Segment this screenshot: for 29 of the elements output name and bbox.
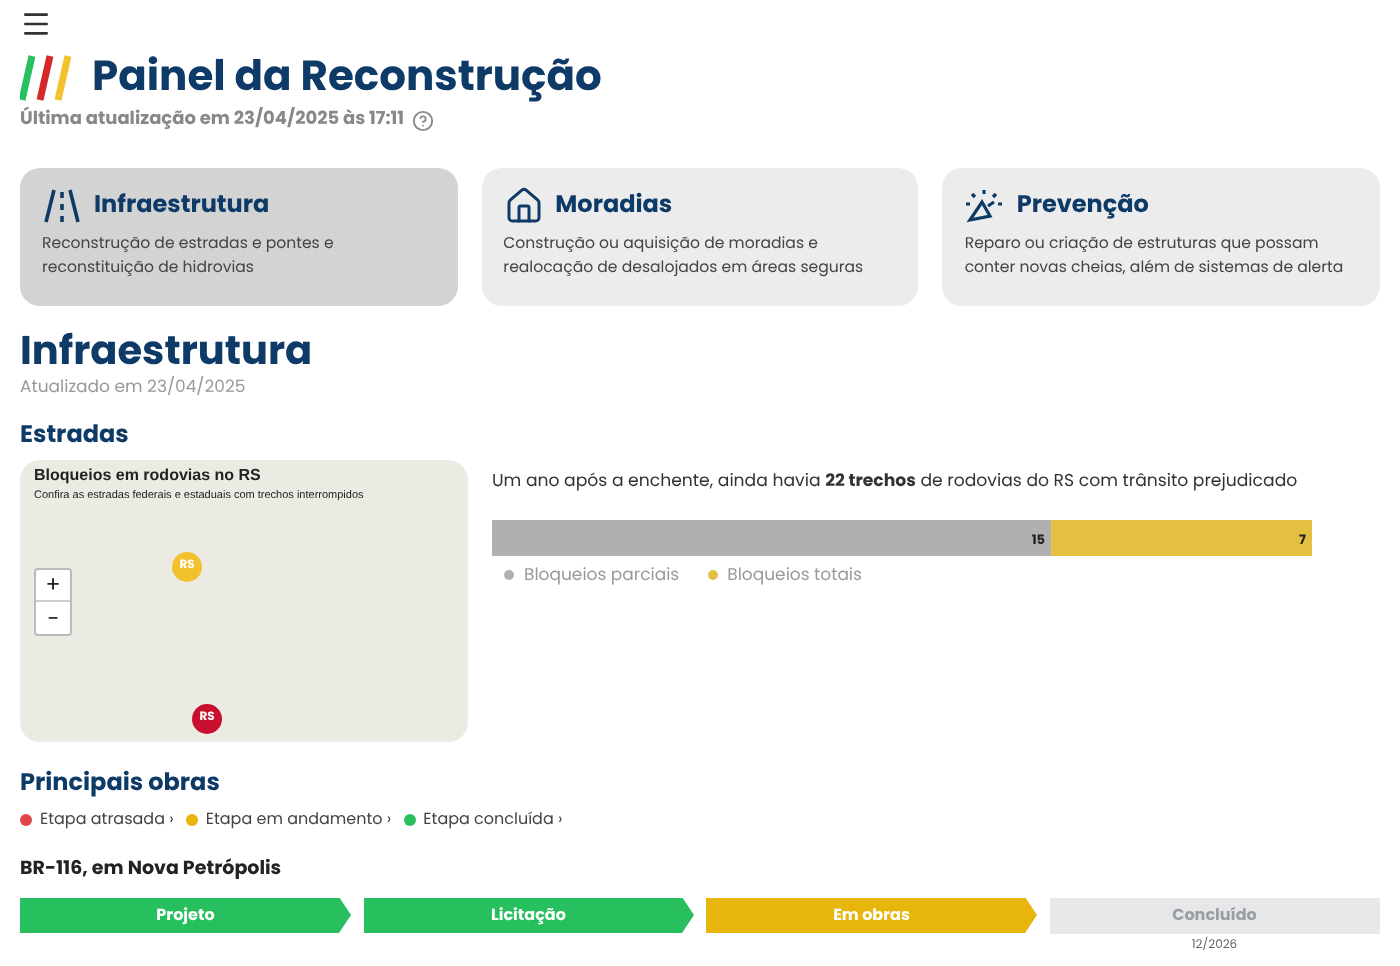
project-name: BR-116, em Nova Petrópolis bbox=[20, 856, 284, 885]
road-icon bbox=[42, 187, 82, 223]
subsection-title: Principais obras bbox=[20, 766, 222, 803]
subsection-title: Estradas bbox=[20, 418, 131, 455]
status-link[interactable]: Etapa atrasada › bbox=[40, 808, 174, 833]
legend-label: Bloqueios totais bbox=[727, 562, 862, 588]
zoom-in-button[interactable]: + bbox=[36, 570, 70, 603]
menu-icon[interactable] bbox=[20, 8, 52, 40]
page-title: Painel da Reconstrução bbox=[92, 52, 602, 104]
status-link[interactable]: Etapa em andamento › bbox=[205, 808, 392, 833]
logo-stripes-icon bbox=[20, 54, 76, 102]
category-title: Prevenção bbox=[1016, 187, 1149, 223]
category-title: Infraestrutura bbox=[94, 187, 270, 223]
section-update-text: Atualizado em 23/04/2025 bbox=[20, 373, 248, 399]
summary-text: Um ano após a enchente, ainda havia 22 trechos de rodovias do RS com trânsito prejudicado bbox=[492, 470, 1300, 497]
category-title: Moradias bbox=[555, 187, 673, 223]
last-update-text: Última atualização em 23/04/2025 às 17:11 bbox=[20, 108, 405, 135]
section-title: Infraestrutura bbox=[20, 325, 315, 373]
house-icon bbox=[503, 185, 544, 225]
map-title: Bloqueios em rodovias no RS bbox=[34, 464, 263, 489]
legend-label: Bloqueios parciais bbox=[524, 562, 680, 588]
stage-step: Projeto bbox=[20, 897, 351, 933]
stage-step: Licitação bbox=[363, 897, 694, 933]
help-icon[interactable] bbox=[412, 110, 435, 133]
stage-step: Concluído bbox=[1049, 897, 1380, 933]
status-link[interactable]: Etapa concluída › bbox=[423, 808, 563, 833]
alarm-icon bbox=[964, 187, 1005, 223]
stage-step: Em obras bbox=[706, 897, 1037, 933]
zoom-out-button[interactable]: − bbox=[36, 602, 70, 635]
